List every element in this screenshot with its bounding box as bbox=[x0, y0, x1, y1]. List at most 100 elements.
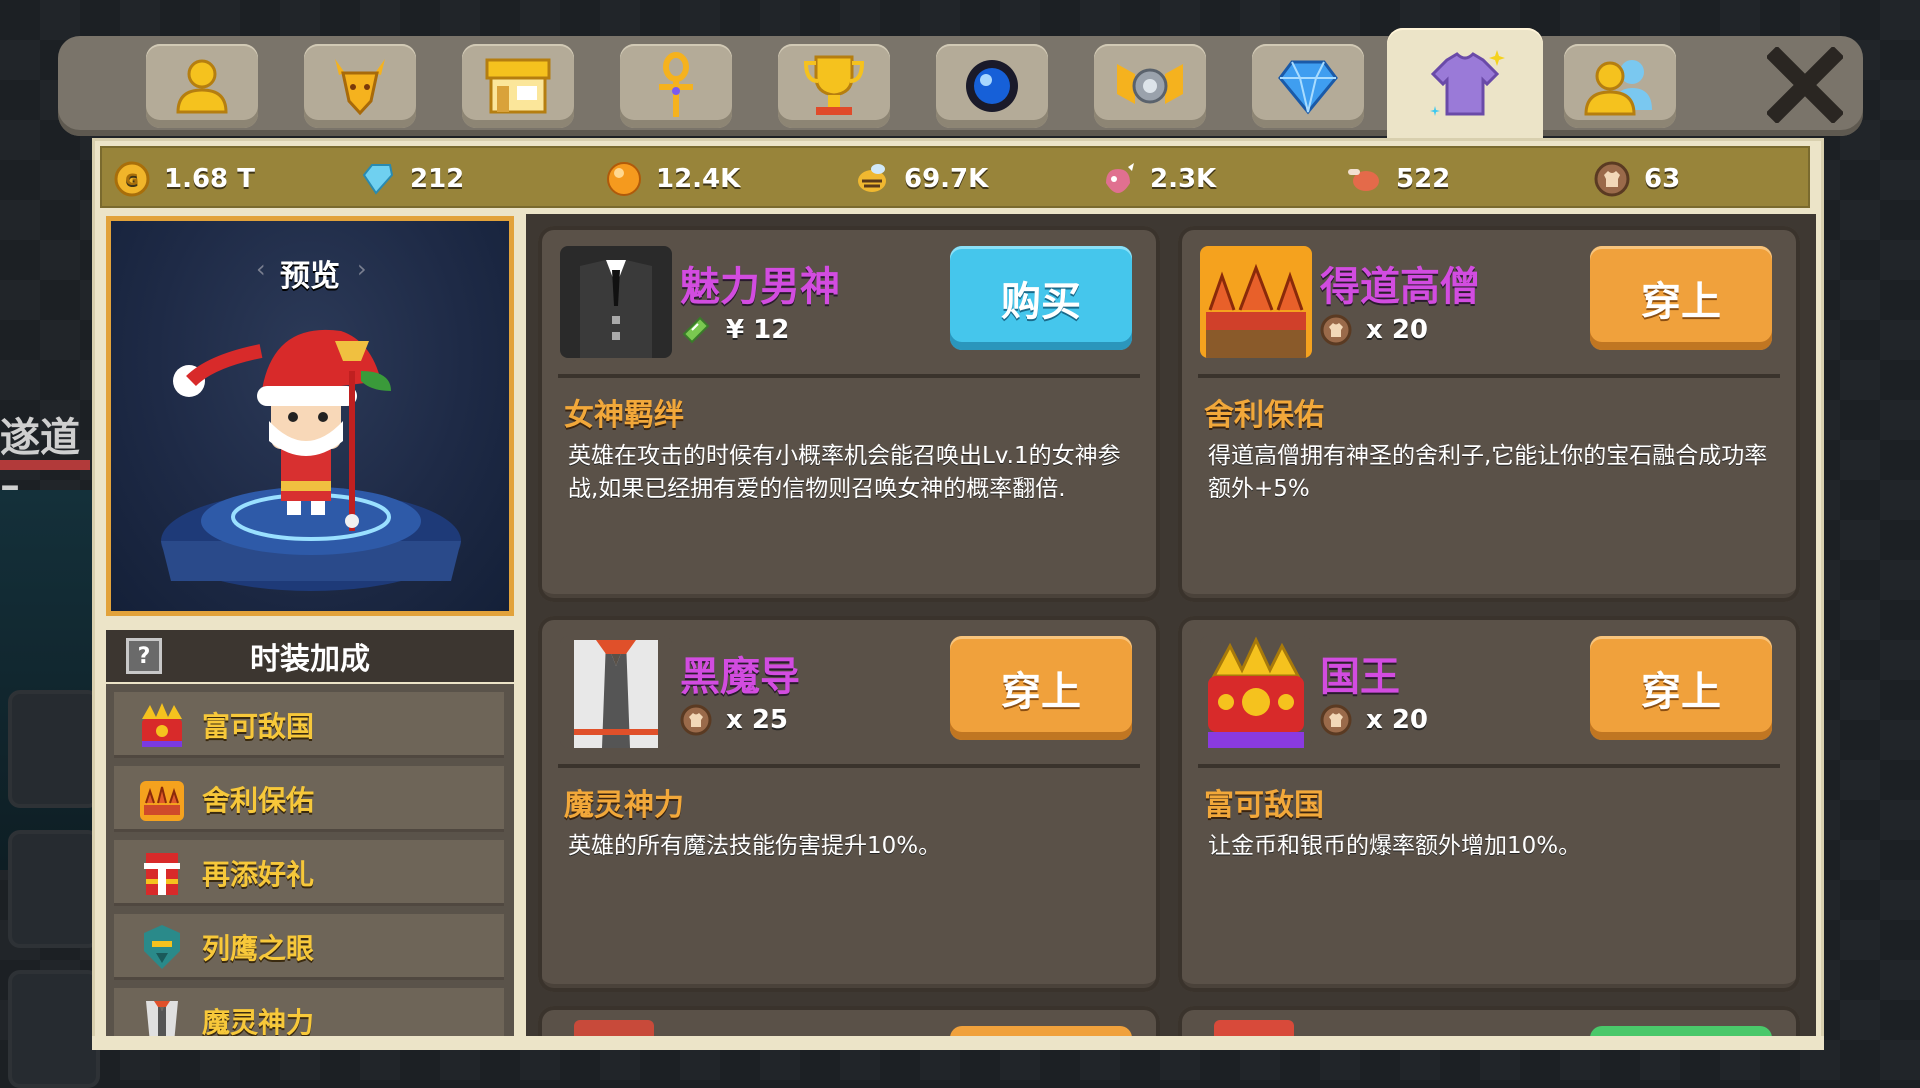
hero-preview-model bbox=[161, 329, 461, 591]
ankh-icon bbox=[659, 52, 693, 117]
santa-icon bbox=[144, 853, 180, 895]
currency-gold: G 1.68 T bbox=[114, 148, 255, 210]
costume-price: x 25 bbox=[680, 702, 788, 738]
bonus-item-label: 富可敌国 bbox=[202, 710, 315, 743]
tab-outfit[interactable] bbox=[1387, 28, 1543, 140]
tab-orb[interactable] bbox=[936, 44, 1048, 128]
partial-thumb bbox=[1214, 1020, 1294, 1036]
card-divider bbox=[558, 764, 1140, 768]
currency-diamond: 212 bbox=[360, 148, 464, 210]
close-icon bbox=[1767, 47, 1843, 123]
costume-price-value: x 20 bbox=[1366, 315, 1429, 345]
costume-skill-desc: 英雄在攻击的时候有小概率机会能召唤出Lv.1的女神参战,如果已经拥有爱的信物则召… bbox=[568, 443, 1121, 502]
tab-deer[interactable] bbox=[304, 44, 416, 128]
trophy-icon bbox=[803, 55, 865, 115]
costume-coin-icon bbox=[1320, 314, 1352, 346]
card-divider bbox=[558, 374, 1140, 378]
bonus-item-eagle[interactable]: 列鹰之眼 bbox=[114, 914, 504, 980]
currency-value: 1.68 T bbox=[164, 164, 255, 194]
tab-profile[interactable] bbox=[146, 44, 258, 128]
bonus-title: 时装加成 bbox=[250, 642, 370, 677]
costume-name: 得道高僧 bbox=[1320, 264, 1480, 310]
costume-card-partial bbox=[1178, 1006, 1800, 1036]
bonus-item-magic[interactable]: 魔灵神力 bbox=[114, 988, 504, 1036]
background-water bbox=[0, 490, 92, 870]
close-button[interactable] bbox=[1760, 40, 1850, 130]
partial-button bbox=[950, 1026, 1132, 1036]
costume-skill-desc: 得道高僧拥有神圣的舍利子,它能让你的宝石融合成功率额外+5% bbox=[1208, 443, 1768, 502]
svg-text:G: G bbox=[125, 170, 138, 189]
bonus-item-label: 舍利保佑 bbox=[202, 784, 315, 817]
costume-skill-desc: 英雄的所有魔法技能伤害提升10%。 bbox=[568, 833, 942, 859]
currency-pink: 2.3K bbox=[1100, 148, 1216, 210]
tab-trophy[interactable] bbox=[778, 44, 890, 128]
profile-icon bbox=[176, 59, 228, 114]
costume-name: 黑魔导 bbox=[680, 654, 800, 700]
costume-price: ¥ 12 bbox=[680, 312, 789, 348]
bonus-item-relic[interactable]: 舍利保佑 bbox=[114, 766, 504, 832]
orange-orb-icon bbox=[606, 161, 642, 197]
costume-card-grid[interactable]: 魅力男神 ¥ 12 购买 女神羁绊 英雄在攻击的时候有小概率机会能召唤出Lv.1… bbox=[526, 214, 1816, 1036]
tab-gem[interactable] bbox=[1252, 44, 1364, 128]
dark-mage-icon bbox=[146, 1001, 178, 1036]
currency-value: 522 bbox=[1396, 164, 1451, 194]
costume-card: 得道高僧 x 20 穿上 舍利保佑 得道高僧拥有神圣的舍利子,它能让你的宝石融合… bbox=[1178, 226, 1800, 602]
costume-skill-desc: 让金币和银币的爆率额外增加10%。 bbox=[1208, 833, 1582, 859]
currency-bar: G 1.68 T 212 12.4K 69.7K 2.3K 522 63 bbox=[100, 146, 1810, 208]
tab-ankh[interactable] bbox=[620, 44, 732, 128]
shop-icon bbox=[485, 58, 551, 114]
currency-costume-coin: 63 bbox=[1594, 148, 1680, 210]
tab-emblem[interactable] bbox=[1094, 44, 1206, 128]
monk-crown-icon bbox=[140, 781, 184, 821]
wear-button[interactable]: 穿上 bbox=[950, 636, 1132, 740]
buy-button[interactable]: 购买 bbox=[950, 246, 1132, 350]
background-bar bbox=[0, 460, 90, 470]
emblem-icon bbox=[1117, 64, 1183, 104]
friends-icon bbox=[1584, 60, 1652, 116]
king-crown-icon bbox=[142, 703, 182, 747]
bonus-item-wealth[interactable]: 富可敌国 bbox=[114, 692, 504, 758]
card-divider bbox=[1198, 764, 1780, 768]
costume-card: 魅力男神 ¥ 12 购买 女神羁绊 英雄在攻击的时候有小概率机会能召唤出Lv.1… bbox=[538, 226, 1160, 602]
costume-card-partial bbox=[538, 1006, 1160, 1036]
currency-bee: 69.7K bbox=[854, 148, 988, 210]
monk-crown-icon bbox=[1200, 246, 1312, 358]
background-button bbox=[8, 830, 100, 948]
currency-orb: 12.4K bbox=[606, 148, 740, 210]
bonus-item-gift[interactable]: 再添好礼 bbox=[114, 840, 504, 906]
costume-skill-name: 魔灵神力 bbox=[564, 788, 684, 823]
tab-friends[interactable] bbox=[1564, 44, 1676, 128]
deer-head-icon bbox=[335, 59, 385, 116]
background-game-scene: 遂道 – bbox=[0, 190, 100, 1088]
costume-name: 魅力男神 bbox=[680, 264, 840, 310]
wear-button[interactable]: 穿上 bbox=[1590, 636, 1772, 740]
wear-button[interactable]: 穿上 bbox=[1590, 246, 1772, 350]
currency-value: 12.4K bbox=[656, 164, 741, 194]
costume-price-value: x 20 bbox=[1366, 705, 1429, 735]
ticket-icon bbox=[682, 316, 710, 344]
help-button[interactable]: ? bbox=[126, 638, 162, 674]
costume-skill-name: 女神羁绊 bbox=[564, 398, 684, 433]
bee-token-icon bbox=[854, 161, 890, 197]
currency-value: 63 bbox=[1644, 164, 1681, 194]
gold-coin-icon: G bbox=[114, 161, 150, 197]
gem-icon bbox=[1278, 60, 1338, 115]
costume-name: 国王 bbox=[1320, 654, 1400, 700]
partial-thumb bbox=[574, 1020, 654, 1036]
orb-icon bbox=[966, 60, 1018, 112]
costume-price-value: x 25 bbox=[726, 705, 789, 735]
king-crown-icon bbox=[1200, 636, 1312, 748]
meat-token-icon bbox=[1346, 161, 1382, 197]
costume-price-value: ¥ 12 bbox=[726, 315, 790, 345]
bonus-list[interactable]: 富可敌国 舍利保佑 再添好礼 列鹰之眼 魔灵神力 bbox=[106, 684, 514, 1036]
bonus-header: ? 时装加成 bbox=[106, 630, 514, 682]
preview-viewport: ‹ 预览 › bbox=[111, 221, 509, 611]
currency-meat: 522 bbox=[1346, 148, 1450, 210]
bonus-item-label: 再添好礼 bbox=[202, 858, 315, 891]
tab-shop[interactable] bbox=[462, 44, 574, 128]
costume-price: x 20 bbox=[1320, 312, 1428, 348]
costume-skill-name: 富可敌国 bbox=[1204, 788, 1324, 823]
partial-button bbox=[1590, 1026, 1772, 1036]
pink-token-icon bbox=[1100, 161, 1136, 197]
preview-frame: ‹ 预览 › bbox=[106, 216, 514, 616]
